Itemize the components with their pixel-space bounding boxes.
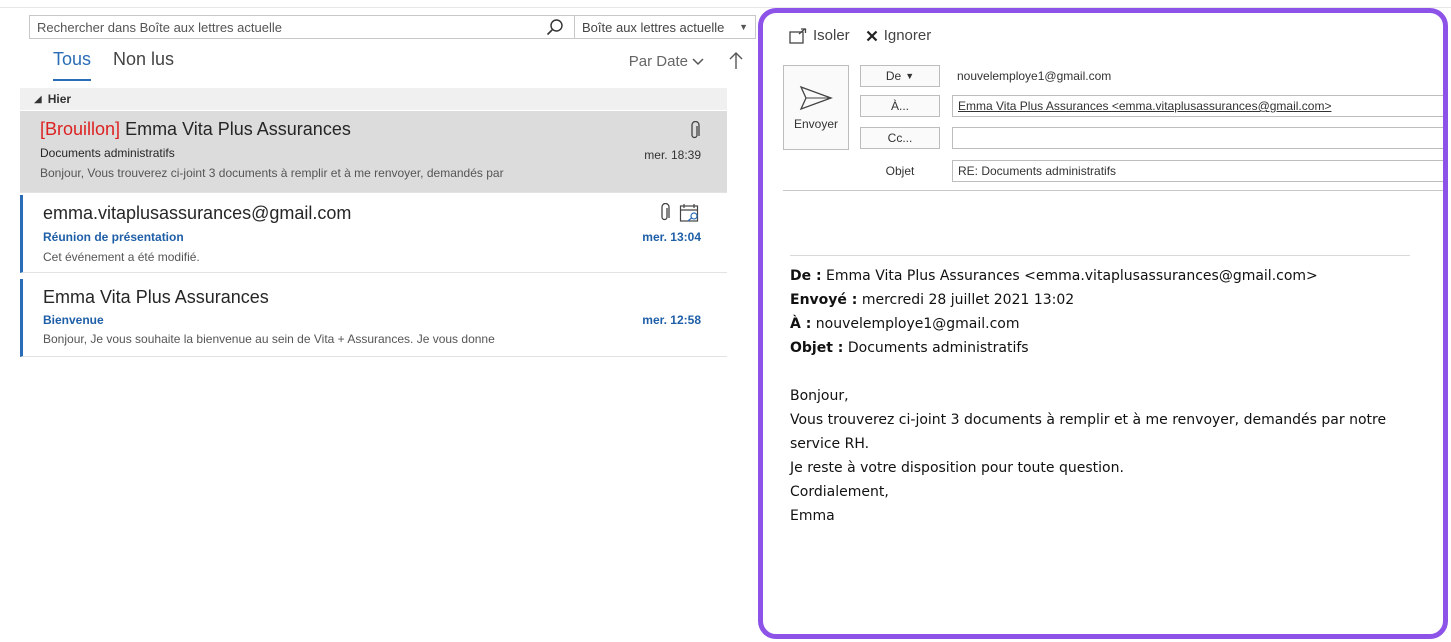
quoted-subject-line: Objet : Documents administratifs (790, 336, 1420, 360)
send-button[interactable]: Envoyer (783, 65, 849, 150)
draft-tag: [Brouillon] (40, 119, 121, 139)
from-button[interactable]: De ▼ (860, 65, 940, 87)
search-icon (546, 19, 563, 36)
tab-all-label: Tous (53, 49, 92, 69)
pane-toolbar: Isoler Ignorer (789, 27, 931, 44)
subject-label: Objet (885, 164, 915, 178)
tab-all[interactable]: Tous (53, 49, 92, 81)
group-header-label: Hier (47, 92, 72, 106)
send-label: Envoyer (793, 116, 839, 131)
message-icons (659, 203, 701, 223)
message-subject: Réunion de présentation (43, 230, 184, 244)
quoted-subject-value: Documents administratifs (847, 340, 1029, 356)
group-header-yesterday[interactable]: ◢ Hier (20, 88, 727, 110)
body-line: Je reste à votre disposition pour toute … (790, 460, 1124, 476)
popout-label: Isoler (813, 27, 850, 44)
message-item-meeting[interactable]: emma.vitaplusassurances@gmail.com Réunio… (20, 195, 727, 273)
subject-field[interactable]: RE: Documents administratifs (952, 160, 1443, 182)
reading-pane: Isoler Ignorer Envoyer De ▼ nouvelemploy… (758, 8, 1448, 639)
message-time: mer. 13:04 (642, 230, 701, 244)
message-preview: Bonjour, Je vous souhaite la bienvenue a… (43, 332, 495, 346)
paperclip-icon (661, 203, 670, 221)
quoted-sent-line: Envoyé : mercredi 28 juillet 2021 13:02 (790, 288, 1420, 312)
message-sender-name: emma.vitaplusassurances@gmail.com (43, 203, 352, 223)
quoted-to-label: À : (790, 316, 812, 332)
to-field[interactable]: Emma Vita Plus Assurances <emma.vitaplus… (952, 95, 1443, 117)
popout-button[interactable]: Isoler (789, 27, 850, 44)
tab-unread[interactable]: Non lus (113, 49, 174, 70)
to-button[interactable]: À... (860, 95, 940, 117)
message-body[interactable]: De : Emma Vita Plus Assurances <emma.vit… (790, 264, 1420, 528)
message-item-welcome[interactable]: Emma Vita Plus Assurances Bienvenue mer.… (20, 279, 727, 357)
discard-button[interactable]: Ignorer (866, 27, 932, 44)
send-icon (799, 85, 833, 110)
tab-unread-label: Non lus (113, 49, 175, 69)
cc-button[interactable]: Cc... (860, 127, 940, 149)
body-signature: Emma (790, 508, 835, 524)
collapse-triangle-icon: ◢ (34, 93, 42, 105)
message-preview: Cet événement a été modifié. (43, 250, 200, 264)
body-greeting: Bonjour, (790, 388, 849, 404)
from-value: nouvelemploye1@gmail.com (957, 69, 1112, 83)
sort-by-label: Par Date (628, 53, 688, 70)
search-scope-label: Boîte aux lettres actuelle (582, 19, 725, 35)
message-subject: Documents administratifs (40, 146, 175, 160)
quoted-from-line: De : Emma Vita Plus Assurances <emma.vit… (790, 264, 1420, 288)
message-time: mer. 12:58 (642, 313, 701, 327)
to-recipient[interactable]: Emma Vita Plus Assurances <emma.vitaplus… (958, 99, 1331, 113)
compose-divider (783, 190, 1443, 191)
message-time: mer. 18:39 (644, 148, 701, 162)
chevron-down-icon: ▼ (739, 22, 748, 32)
calendar-update-icon (679, 204, 699, 222)
message-preview: Bonjour, Vous trouverez ci-joint 3 docum… (40, 166, 504, 180)
arrow-up-icon (729, 52, 743, 69)
search-input[interactable] (30, 16, 535, 38)
message-sender-name: Emma Vita Plus Assurances (43, 287, 269, 307)
quoted-sent-value: mercredi 28 juillet 2021 13:02 (861, 292, 1075, 308)
close-icon (866, 30, 877, 41)
body-closing: Cordialement, (790, 484, 889, 500)
caret-down-icon: ▼ (905, 71, 915, 81)
message-subject: Bienvenue (43, 313, 104, 327)
filter-row: Tous Non lus Par Date (29, 47, 756, 87)
popout-icon (789, 27, 807, 44)
search-scope-dropdown[interactable]: Boîte aux lettres actuelle ▼ (575, 16, 755, 38)
to-button-label: À... (890, 99, 909, 113)
search-button[interactable] (535, 16, 575, 38)
quoted-from-label: De : (790, 268, 822, 284)
message-sender: [Brouillon] Emma Vita Plus Assurances (40, 119, 351, 140)
body-line: Vous trouverez ci-joint 3 documents à re… (790, 412, 1387, 452)
message-sender-name: Emma Vita Plus Assurances (125, 119, 351, 139)
discard-label: Ignorer (883, 27, 932, 44)
tab-active-indicator (53, 79, 92, 81)
from-button-label: De (885, 69, 902, 83)
quoted-to-line: À : nouvelemploye1@gmail.com (790, 312, 1420, 336)
chevron-down-icon (692, 57, 704, 65)
quoted-to-value: nouvelemploye1@gmail.com (815, 316, 1020, 332)
cc-field[interactable] (952, 127, 1443, 149)
quoted-from-value: Emma Vita Plus Assurances <emma.vitaplus… (826, 268, 1318, 284)
quote-divider (790, 255, 1410, 256)
sort-by-button[interactable]: Par Date (629, 53, 704, 70)
quoted-subject-label: Objet : (790, 340, 844, 356)
message-icons (689, 121, 701, 141)
top-divider (0, 0, 1451, 8)
cc-button-label: Cc... (887, 131, 913, 145)
sort-direction-button[interactable] (726, 49, 746, 73)
compose-header: Envoyer De ▼ nouvelemploye1@gmail.com À.… (783, 59, 1443, 194)
paperclip-icon (691, 121, 700, 139)
message-item-draft[interactable]: [Brouillon] Emma Vita Plus Assurances Do… (20, 111, 727, 193)
quoted-sent-label: Envoyé : (790, 292, 858, 308)
search-bar: Boîte aux lettres actuelle ▼ (29, 15, 756, 39)
